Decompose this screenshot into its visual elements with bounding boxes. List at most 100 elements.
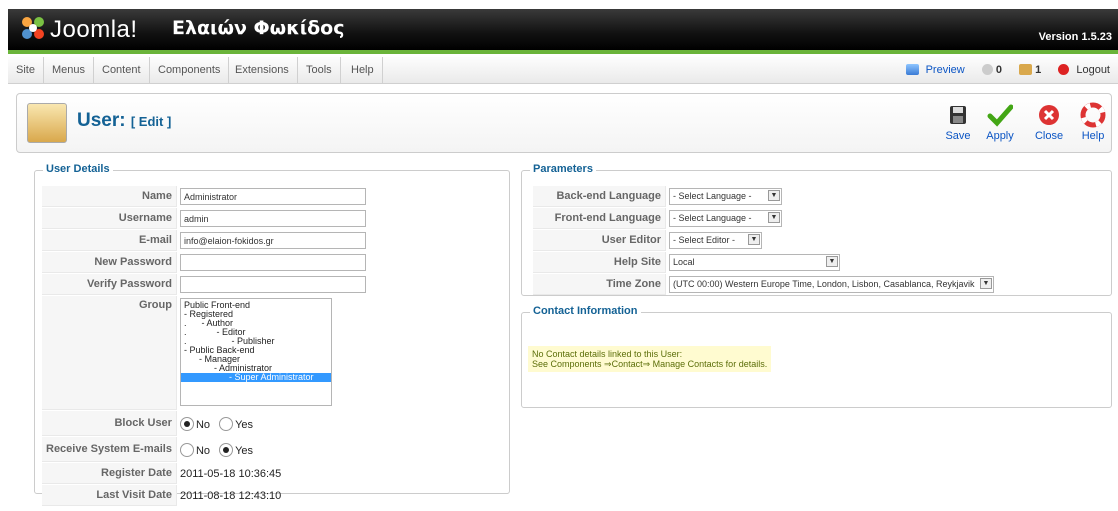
user-editor-row: User Editor - Select Editor - ▼ — [533, 230, 996, 251]
help-site-row: Help Site Local ▼ — [533, 252, 996, 273]
frontend-language-value: - Select Language - — [673, 213, 752, 223]
save-button[interactable]: Save — [938, 102, 978, 146]
apply-button[interactable]: Apply — [980, 102, 1020, 146]
preview-link[interactable]: Preview — [902, 64, 968, 76]
version-label: Version 1.5.23 — [1038, 31, 1112, 43]
admin-header: Joomla! Ελαιών Φωκίδος Version 1.5.23 — [8, 9, 1118, 50]
frontend-language-label: Front-end Language — [533, 208, 666, 229]
messages-indicator[interactable]: 0 — [978, 64, 1005, 76]
page-title: User: [ Edit ] — [77, 110, 171, 132]
verify-password-row: Verify Password — [42, 274, 368, 295]
menu-components[interactable]: Components — [150, 57, 230, 83]
help-button[interactable]: Help — [1073, 102, 1113, 146]
status-area: Preview 0 1 Logout — [898, 57, 1110, 83]
receive-emails-row: Receive System E-mails No Yes — [42, 437, 368, 462]
block-user-label: Block User — [42, 411, 177, 436]
last-visit-value: 2011-08-18 12:43:10 — [179, 489, 282, 502]
dropdown-arrow-icon: ▼ — [748, 234, 760, 245]
preview-icon — [905, 64, 919, 75]
parameters-table: Back-end Language - Select Language - ▼ F… — [532, 185, 997, 296]
logout-label: Logout — [1076, 64, 1110, 76]
user-editor-select[interactable]: - Select Editor - ▼ — [669, 232, 762, 249]
users-online-count: 1 — [1035, 64, 1042, 76]
time-zone-row: Time Zone (UTC 00:00) Western Europe Tim… — [533, 274, 996, 295]
close-icon — [1039, 105, 1059, 125]
close-label: Close — [1034, 130, 1064, 142]
contact-notice-line1: No Contact details linked to this User: — [532, 349, 683, 359]
time-zone-select[interactable]: (UTC 00:00) Western Europe Time, London,… — [669, 276, 994, 293]
joomla-brand: Joomla! — [50, 16, 138, 43]
username-label: Username — [42, 208, 177, 229]
group-option[interactable]: - Super Administrator — [180, 373, 331, 382]
users-icon — [1019, 64, 1033, 75]
menu-help[interactable]: Help — [343, 57, 383, 83]
admin-menubar: Site Menus Content Components Extensions… — [8, 57, 1118, 84]
toolbar-box: User: [ Edit ] Save Apply Close Help — [16, 93, 1112, 153]
help-label: Help — [1081, 130, 1105, 142]
contact-notice: No Contact details linked to this User: … — [528, 346, 772, 372]
backend-language-label: Back-end Language — [533, 186, 666, 207]
last-visit-row: Last Visit Date 2011-08-18 12:43:10 — [42, 485, 368, 506]
verify-password-label: Verify Password — [42, 274, 177, 295]
dropdown-arrow-icon: ▼ — [768, 190, 780, 201]
menu-site[interactable]: Site — [8, 57, 44, 83]
contact-fieldset: Contact Information No Contact details l… — [521, 305, 1112, 408]
backend-language-value: - Select Language - — [673, 191, 752, 201]
user-details-table: Name Username E-mail New Password Verify… — [41, 185, 369, 507]
dropdown-arrow-icon: ▼ — [826, 256, 838, 267]
users-online-indicator[interactable]: 1 — [1015, 64, 1044, 76]
help-site-select[interactable]: Local ▼ — [669, 254, 840, 271]
dropdown-arrow-icon: ▼ — [768, 212, 780, 223]
block-user-no-label: No — [195, 418, 211, 431]
time-zone-value: (UTC 00:00) Western Europe Time, London,… — [673, 279, 975, 289]
last-visit-label: Last Visit Date — [42, 485, 177, 506]
block-user-yes-radio[interactable] — [219, 416, 234, 431]
group-label: Group — [42, 296, 177, 410]
username-field[interactable] — [179, 210, 366, 227]
receive-emails-no-label: No — [195, 444, 211, 457]
name-field[interactable] — [179, 188, 366, 205]
apply-label: Apply — [986, 130, 1014, 142]
joomla-logo-icon — [22, 17, 44, 39]
new-password-row: New Password — [42, 252, 368, 273]
block-user-no-radio[interactable] — [179, 416, 194, 431]
logout-icon — [1058, 64, 1070, 75]
save-icon — [950, 106, 966, 124]
dropdown-arrow-icon: ▼ — [980, 278, 992, 289]
email-row: E-mail — [42, 230, 368, 251]
register-date-value: 2011-05-18 10:36:45 — [179, 467, 282, 480]
menu-tools[interactable]: Tools — [298, 57, 341, 83]
name-row: Name — [42, 186, 368, 207]
time-zone-label: Time Zone — [533, 274, 666, 295]
parameters-fieldset: Parameters Back-end Language - Select La… — [521, 163, 1112, 296]
close-button[interactable]: Close — [1029, 102, 1069, 146]
frontend-language-select[interactable]: - Select Language - ▼ — [669, 210, 782, 227]
save-label: Save — [945, 130, 971, 142]
receive-emails-no-radio[interactable] — [179, 442, 194, 457]
email-field[interactable] — [179, 232, 366, 249]
user-edit-icon — [27, 103, 67, 143]
menu-extensions[interactable]: Extensions — [227, 57, 298, 83]
messages-count: 0 — [995, 64, 1002, 76]
username-row: Username — [42, 208, 368, 229]
menu-content[interactable]: Content — [94, 57, 150, 83]
verify-password-field[interactable] — [179, 276, 366, 293]
logout-link[interactable]: Logout — [1054, 64, 1110, 76]
user-details-legend: User Details — [43, 163, 113, 175]
backend-language-select[interactable]: - Select Language - ▼ — [669, 188, 782, 205]
block-user-row: Block User No Yes — [42, 411, 368, 436]
menu-menus[interactable]: Menus — [44, 57, 95, 83]
register-date-row: Register Date 2011-05-18 10:36:45 — [42, 463, 368, 484]
user-details-fieldset: User Details Name Username E-mail New Pa… — [34, 163, 510, 506]
parameters-legend: Parameters — [530, 163, 596, 175]
new-password-field[interactable] — [179, 254, 366, 271]
frontend-language-row: Front-end Language - Select Language - ▼ — [533, 208, 996, 229]
group-select[interactable]: Public Front-end - Registered. - Author. … — [179, 298, 332, 406]
email-label: E-mail — [42, 230, 177, 251]
block-user-yes-label: Yes — [235, 418, 254, 431]
user-editor-value: - Select Editor - — [673, 235, 736, 245]
new-password-label: New Password — [42, 252, 177, 273]
receive-emails-yes-radio[interactable] — [219, 442, 234, 457]
lifebuoy-icon — [1080, 102, 1106, 128]
help-site-value: Local — [673, 257, 695, 267]
